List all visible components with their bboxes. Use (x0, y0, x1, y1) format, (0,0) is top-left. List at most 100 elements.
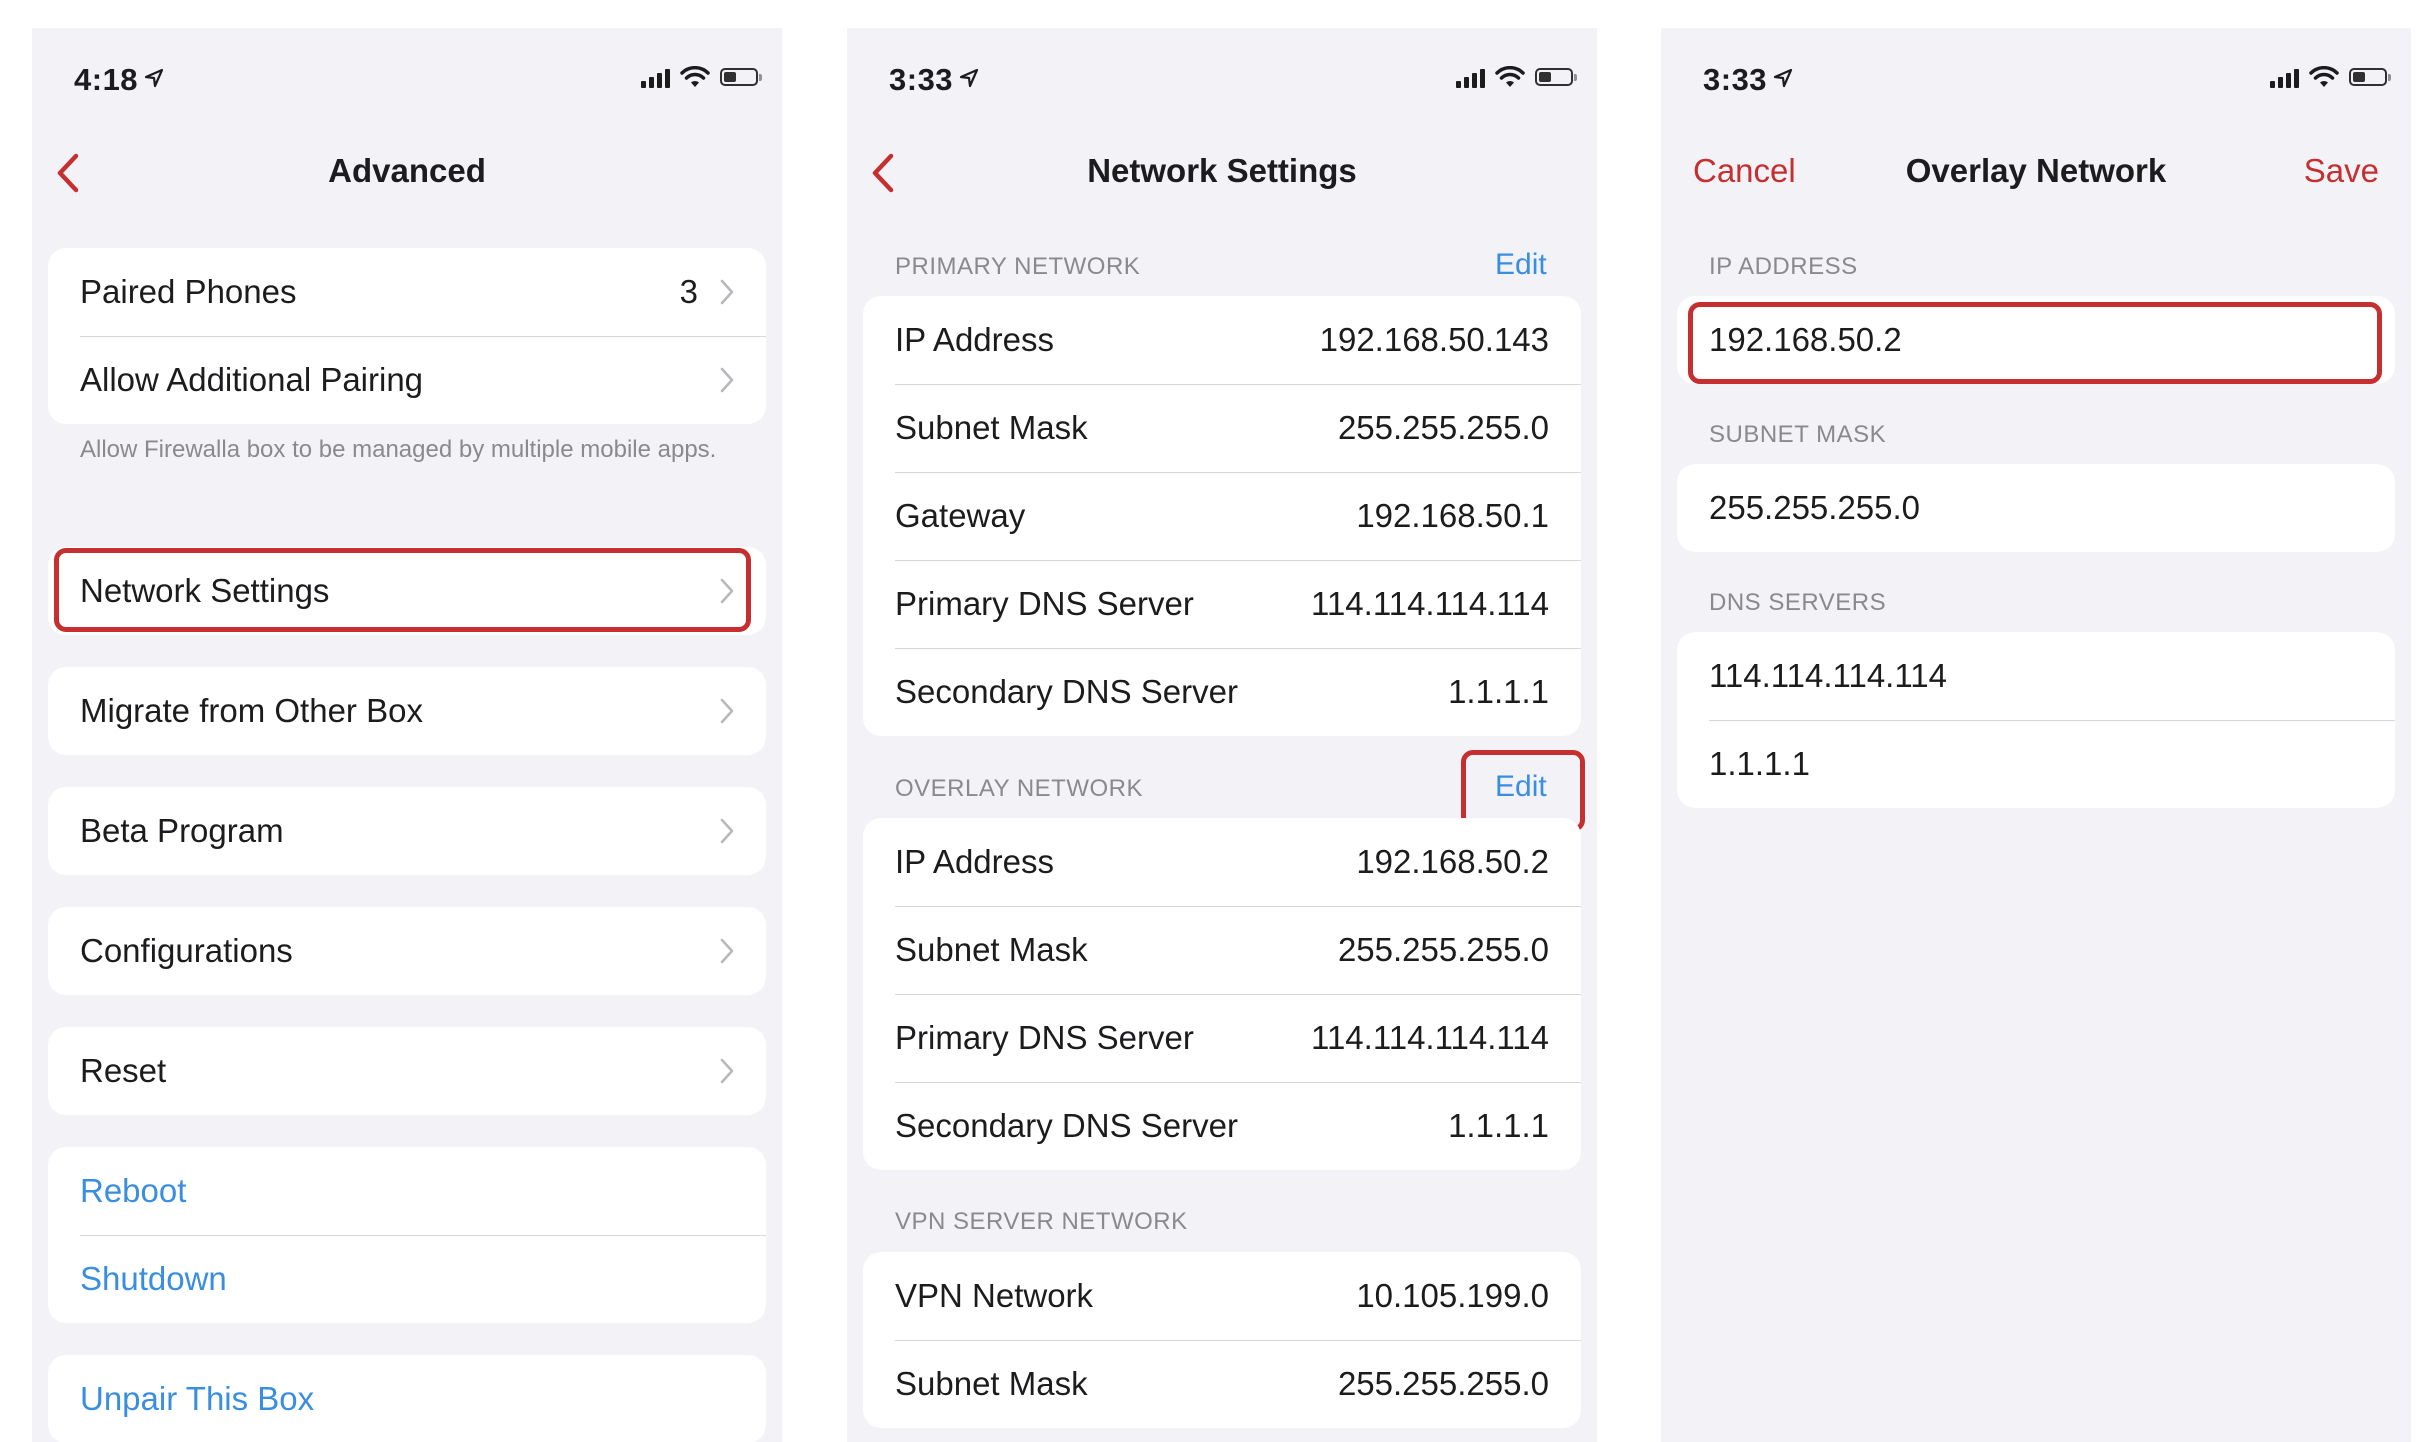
paired-phones-label: Paired Phones (80, 273, 297, 310)
unpair-group: Unpair This Box (48, 1355, 766, 1442)
unpair-button[interactable]: Unpair This Box (48, 1355, 766, 1442)
network-settings-screen: 3:33 Network Settings PRIMARY NETWORK Ed… (847, 28, 1597, 1442)
allow-pairing-label: Allow Additional Pairing (80, 361, 424, 398)
reset-row[interactable]: Reset (48, 1027, 766, 1115)
navigation-bar: Cancel Overlay Network Save (1661, 138, 2411, 208)
battery-icon (2349, 68, 2391, 86)
vpn-network-label: VPN Network (895, 1277, 1094, 1314)
primary-dns1-label: Primary DNS Server (895, 585, 1194, 622)
location-arrow-icon (959, 68, 979, 88)
dns-secondary-field[interactable]: 1.1.1.1 (1677, 720, 2395, 808)
status-bar: 3:33 (847, 28, 1597, 138)
advanced-screen: 4:18 Advanced Paired Phones 3 Allow Addi… (32, 28, 782, 1442)
overlay-dns2-row: Secondary DNS Server 1.1.1.1 (863, 1082, 1581, 1170)
overlay-dns2-value: 1.1.1.1 (1448, 1107, 1549, 1144)
primary-subnet-row: Subnet Mask 255.255.255.0 (863, 384, 1581, 472)
ip-address-highlight (1688, 302, 2382, 384)
reset-label: Reset (80, 1052, 167, 1089)
save-button[interactable]: Save (2304, 152, 2379, 190)
primary-dns2-row: Secondary DNS Server 1.1.1.1 (863, 648, 1581, 736)
chevron-right-icon (720, 938, 734, 964)
primary-dns1-row: Primary DNS Server 114.114.114.114 (863, 560, 1581, 648)
migrate-label: Migrate from Other Box (80, 692, 423, 729)
vpn-network-row: VPN Network 10.105.199.0 (863, 1252, 1581, 1340)
chevron-right-icon (720, 818, 734, 844)
wifi-icon (2309, 66, 2339, 88)
subnet-mask-field[interactable]: 255.255.255.0 (1677, 464, 2395, 552)
page-title: Overlay Network (1905, 152, 2167, 189)
primary-dns1-value: 114.114.114.114 (1311, 585, 1549, 622)
paired-phones-row[interactable]: Paired Phones 3 (48, 248, 766, 336)
primary-ip-value: 192.168.50.143 (1319, 321, 1549, 358)
vpn-subnet-row: Subnet Mask 255.255.255.0 (863, 1340, 1581, 1428)
navigation-bar: Advanced (32, 138, 782, 208)
wifi-icon (1495, 66, 1525, 88)
primary-edit-button[interactable]: Edit (1495, 248, 1547, 282)
overlay-subnet-row: Subnet Mask 255.255.255.0 (863, 906, 1581, 994)
primary-network-group: IP Address 192.168.50.143 Subnet Mask 255.… (863, 296, 1581, 736)
location-arrow-icon (144, 68, 164, 88)
status-time: 3:33 (889, 62, 954, 97)
overlay-network-header: OVERLAY NETWORK (895, 775, 1143, 802)
pairing-group: Paired Phones 3 Allow Additional Pairing (48, 248, 766, 424)
overlay-subnet-value: 255.255.255.0 (1337, 931, 1549, 968)
page-title: Network Settings (1087, 152, 1357, 189)
dns-primary-field[interactable]: 114.114.114.114 (1677, 632, 2395, 720)
wifi-icon (680, 66, 710, 88)
overlay-ip-row: IP Address 192.168.50.2 (863, 818, 1581, 906)
beta-program-label: Beta Program (80, 812, 284, 849)
vpn-subnet-value: 255.255.255.0 (1337, 1365, 1549, 1402)
overlay-network-group: IP Address 192.168.50.2 Subnet Mask 255.25… (863, 818, 1581, 1170)
network-settings-highlight (54, 548, 751, 632)
primary-gateway-label: Gateway (895, 497, 1026, 534)
power-group: Reboot Shutdown (48, 1147, 766, 1323)
chevron-right-icon (720, 1058, 734, 1084)
primary-subnet-label: Subnet Mask (895, 409, 1088, 446)
location-arrow-icon (1773, 68, 1793, 88)
overlay-dns1-label: Primary DNS Server (895, 1019, 1194, 1056)
cellular-signal-icon (1456, 66, 1485, 88)
overlay-ip-label: IP Address (895, 843, 1054, 880)
overlay-dns1-value: 114.114.114.114 (1311, 1019, 1549, 1056)
pairing-footnote: Allow Firewalla box to be managed by mul… (80, 436, 717, 463)
configurations-group: Configurations (48, 907, 766, 995)
allow-additional-pairing-row[interactable]: Allow Additional Pairing (48, 336, 766, 424)
primary-ip-label: IP Address (895, 321, 1054, 358)
dns-servers-header: DNS SERVERS (1709, 589, 1887, 616)
cellular-signal-icon (2270, 66, 2299, 88)
primary-dns2-label: Secondary DNS Server (895, 673, 1238, 710)
configurations-row[interactable]: Configurations (48, 907, 766, 995)
vpn-network-header: VPN SERVER NETWORK (895, 1208, 1188, 1235)
migrate-group: Migrate from Other Box (48, 667, 766, 755)
chevron-right-icon (720, 279, 734, 305)
navigation-bar: Network Settings (847, 138, 1597, 208)
beta-program-row[interactable]: Beta Program (48, 787, 766, 875)
page-title: Advanced (328, 152, 486, 189)
primary-ip-row: IP Address 192.168.50.143 (863, 296, 1581, 384)
primary-gateway-value: 192.168.50.1 (1356, 497, 1549, 534)
migrate-row[interactable]: Migrate from Other Box (48, 667, 766, 755)
configurations-label: Configurations (80, 932, 293, 969)
chevron-right-icon (720, 367, 734, 393)
beta-group: Beta Program (48, 787, 766, 875)
subnet-mask-header: SUBNET MASK (1709, 421, 1887, 448)
overlay-dns1-row: Primary DNS Server 114.114.114.114 (863, 994, 1581, 1082)
reset-group: Reset (48, 1027, 766, 1115)
vpn-subnet-label: Subnet Mask (895, 1365, 1088, 1402)
primary-network-header: PRIMARY NETWORK (895, 253, 1141, 280)
status-bar: 4:18 (32, 28, 782, 138)
shutdown-button[interactable]: Shutdown (48, 1235, 766, 1323)
battery-icon (1535, 68, 1577, 86)
chevron-right-icon (720, 698, 734, 724)
dns-servers-group: 114.114.114.114 1.1.1.1 (1677, 632, 2395, 808)
primary-dns2-value: 1.1.1.1 (1448, 673, 1549, 710)
paired-phones-count: 3 (679, 273, 698, 310)
cellular-signal-icon (641, 66, 670, 88)
reboot-button[interactable]: Reboot (48, 1147, 766, 1235)
primary-gateway-row: Gateway 192.168.50.1 (863, 472, 1581, 560)
overlay-network-screen: 3:33 Cancel Overlay Network Save IP ADDR… (1661, 28, 2411, 1442)
ip-address-header: IP ADDRESS (1709, 253, 1858, 280)
status-bar: 3:33 (1661, 28, 2411, 138)
primary-subnet-value: 255.255.255.0 (1337, 409, 1549, 446)
overlay-dns2-label: Secondary DNS Server (895, 1107, 1238, 1144)
